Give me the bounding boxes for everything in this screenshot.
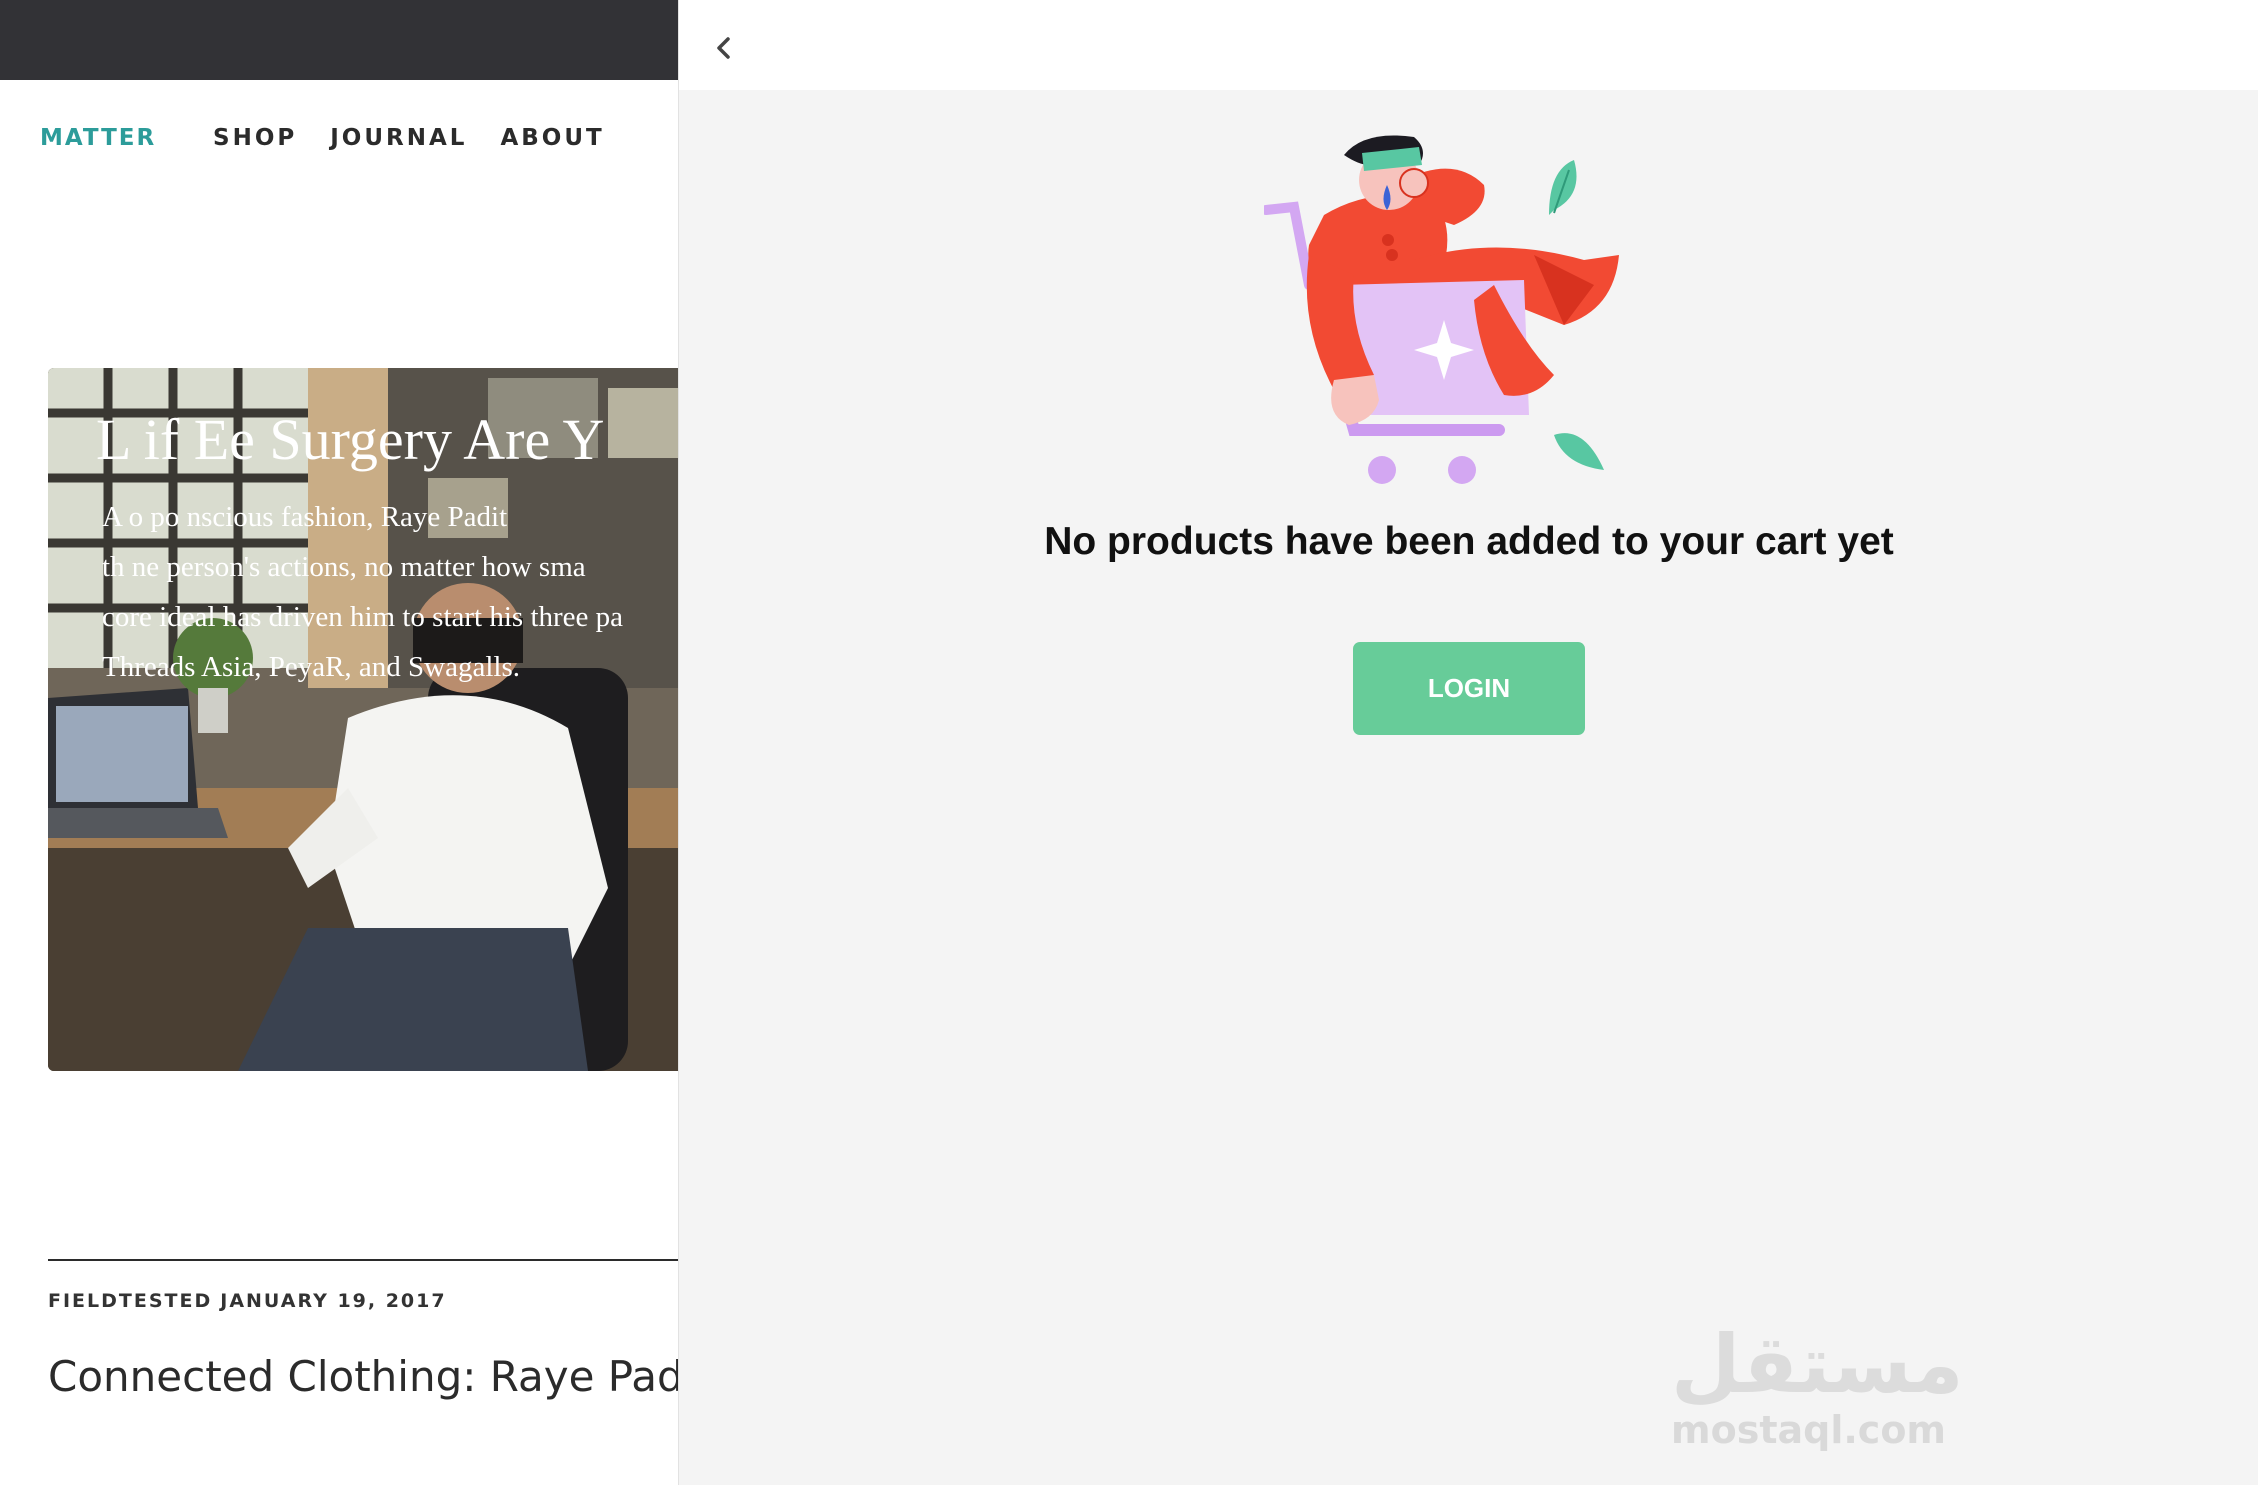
watermark-latin: mostaql.com bbox=[1671, 1408, 1947, 1452]
nav-journal[interactable]: JOURNAL bbox=[330, 125, 467, 151]
nav-shop[interactable]: SHOP bbox=[213, 125, 297, 151]
hero-photo bbox=[48, 368, 678, 1071]
drawer-header bbox=[679, 0, 2258, 90]
hero-title: L if Ee Surgery Are Y bbox=[96, 407, 605, 472]
article-divider bbox=[48, 1259, 678, 1261]
hero-card[interactable]: L if Ee Surgery Are Y A o po nscious fas… bbox=[48, 368, 678, 1071]
watermark-arabic: مستقل bbox=[1671, 1318, 1964, 1411]
article-title[interactable]: Connected Clothing: Raye Padit bbox=[48, 1352, 678, 1401]
cart-drawer: No products have been added to your cart… bbox=[678, 0, 2258, 1485]
top-bar bbox=[0, 0, 678, 80]
nav-about[interactable]: ABOUT bbox=[500, 125, 604, 151]
login-button[interactable]: LOGIN bbox=[1353, 642, 1585, 735]
article-meta: FIELDTESTED JANUARY 19, 2017 bbox=[48, 1290, 447, 1312]
chevron-left-icon bbox=[717, 37, 730, 59]
empty-cart-illustration bbox=[1264, 135, 1619, 484]
hero-excerpt: A o po nscious fashion, Raye Padit th ne… bbox=[102, 501, 624, 683]
background-page: MATTER SHOP JOURNAL ABOUT L if Ee Surger… bbox=[0, 0, 678, 1485]
back-button[interactable] bbox=[703, 28, 743, 68]
empty-cart-message: No products have been added to your cart… bbox=[1044, 520, 1894, 563]
article-date: JANUARY 19, 2017 bbox=[220, 1290, 447, 1312]
main-nav: SHOP JOURNAL ABOUT bbox=[213, 125, 605, 151]
article-category[interactable]: FIELDTESTED bbox=[48, 1290, 212, 1312]
watermark: مستقل mostaql.com bbox=[1671, 1318, 1964, 1455]
site-logo[interactable]: MATTER bbox=[40, 125, 156, 151]
